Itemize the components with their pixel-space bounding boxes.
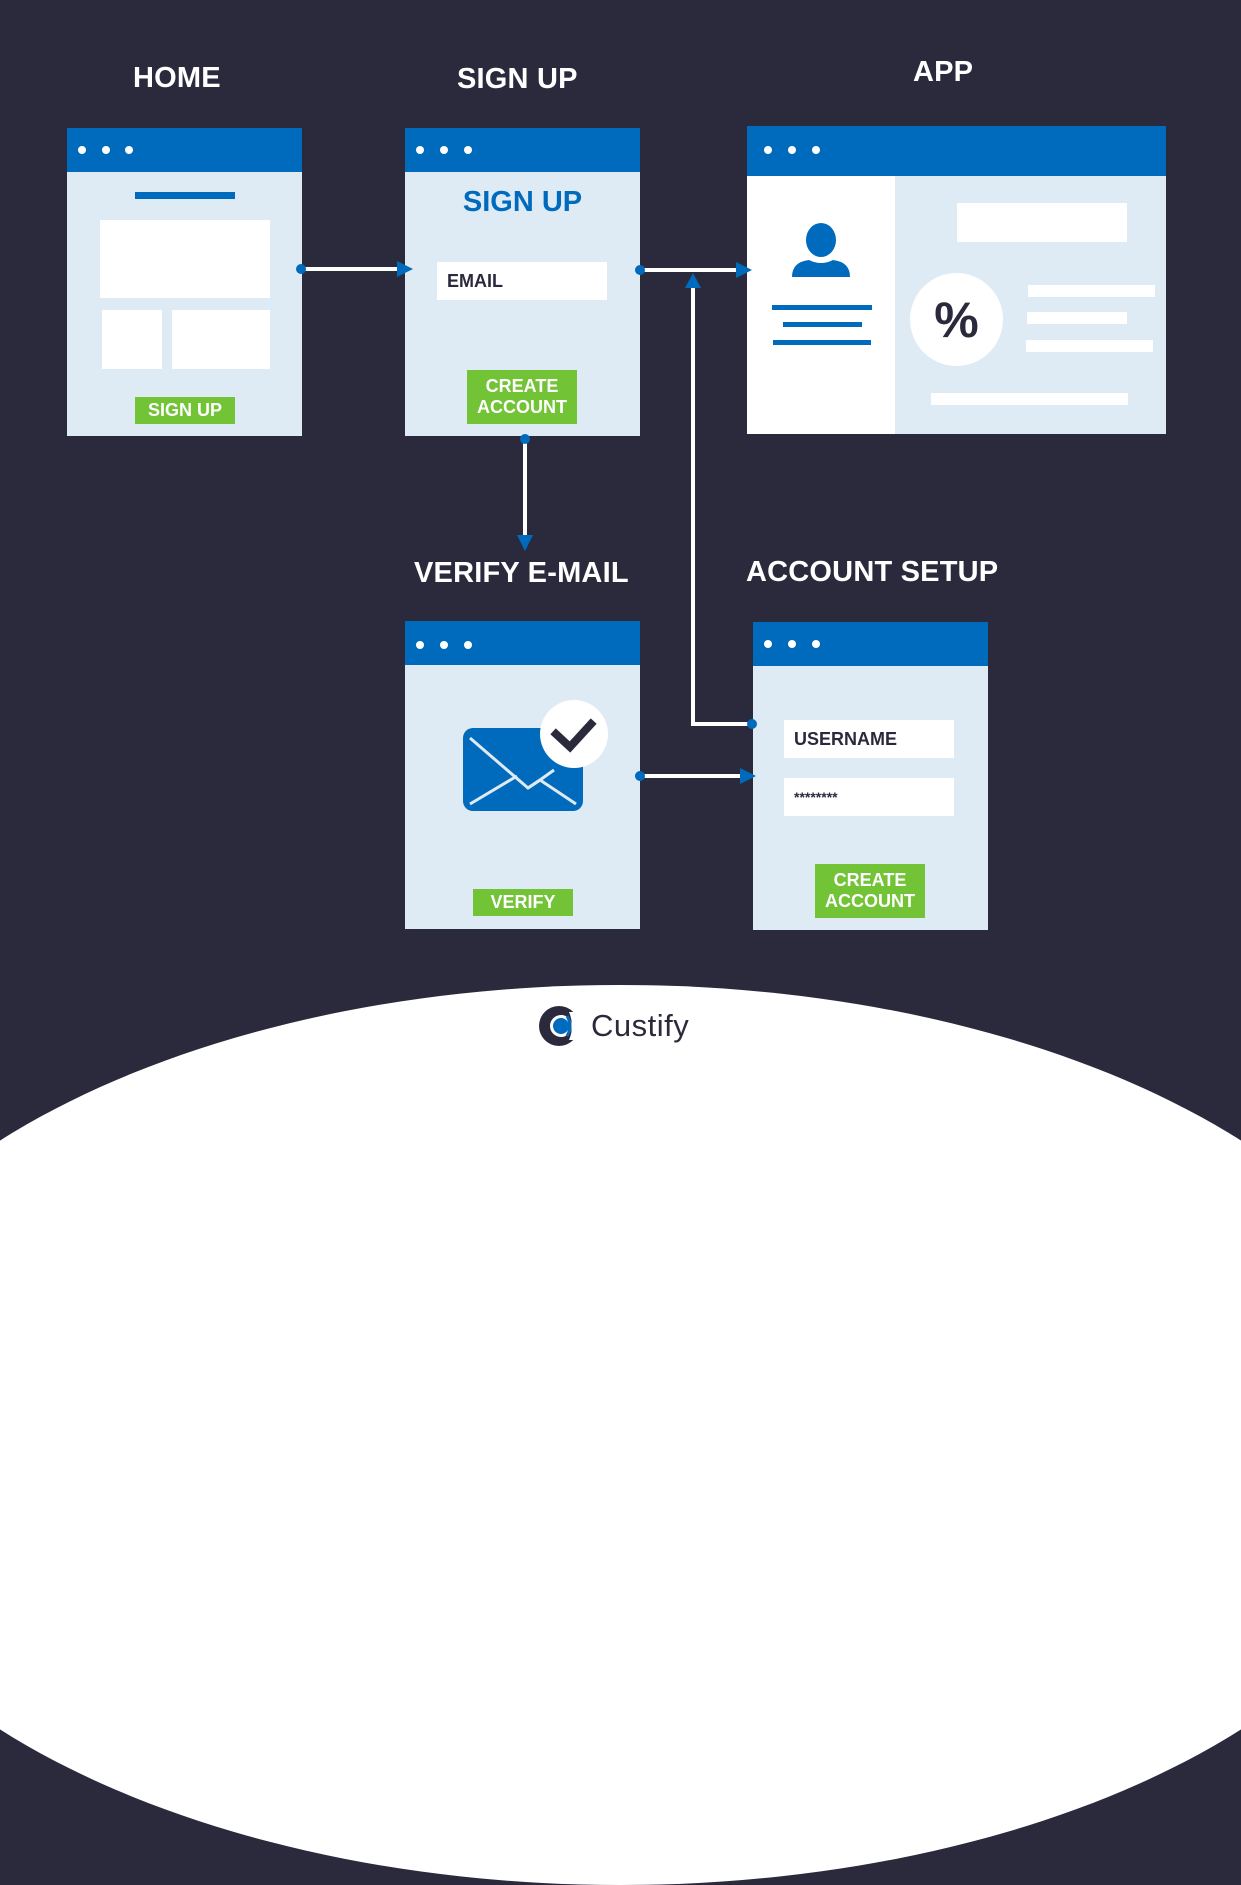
connector-account-setup-to-app xyxy=(685,273,757,729)
connector-verify-to-account-setup xyxy=(635,768,756,784)
flow-connectors xyxy=(296,261,757,784)
footer-arc xyxy=(0,985,1241,1885)
custify-logo-icon xyxy=(539,1006,581,1046)
brand-name: Custify xyxy=(591,1008,690,1043)
custify-logo: Custify xyxy=(537,1004,689,1048)
connector-home-to-signup xyxy=(296,261,413,277)
connector-signup-to-verify xyxy=(517,434,533,551)
